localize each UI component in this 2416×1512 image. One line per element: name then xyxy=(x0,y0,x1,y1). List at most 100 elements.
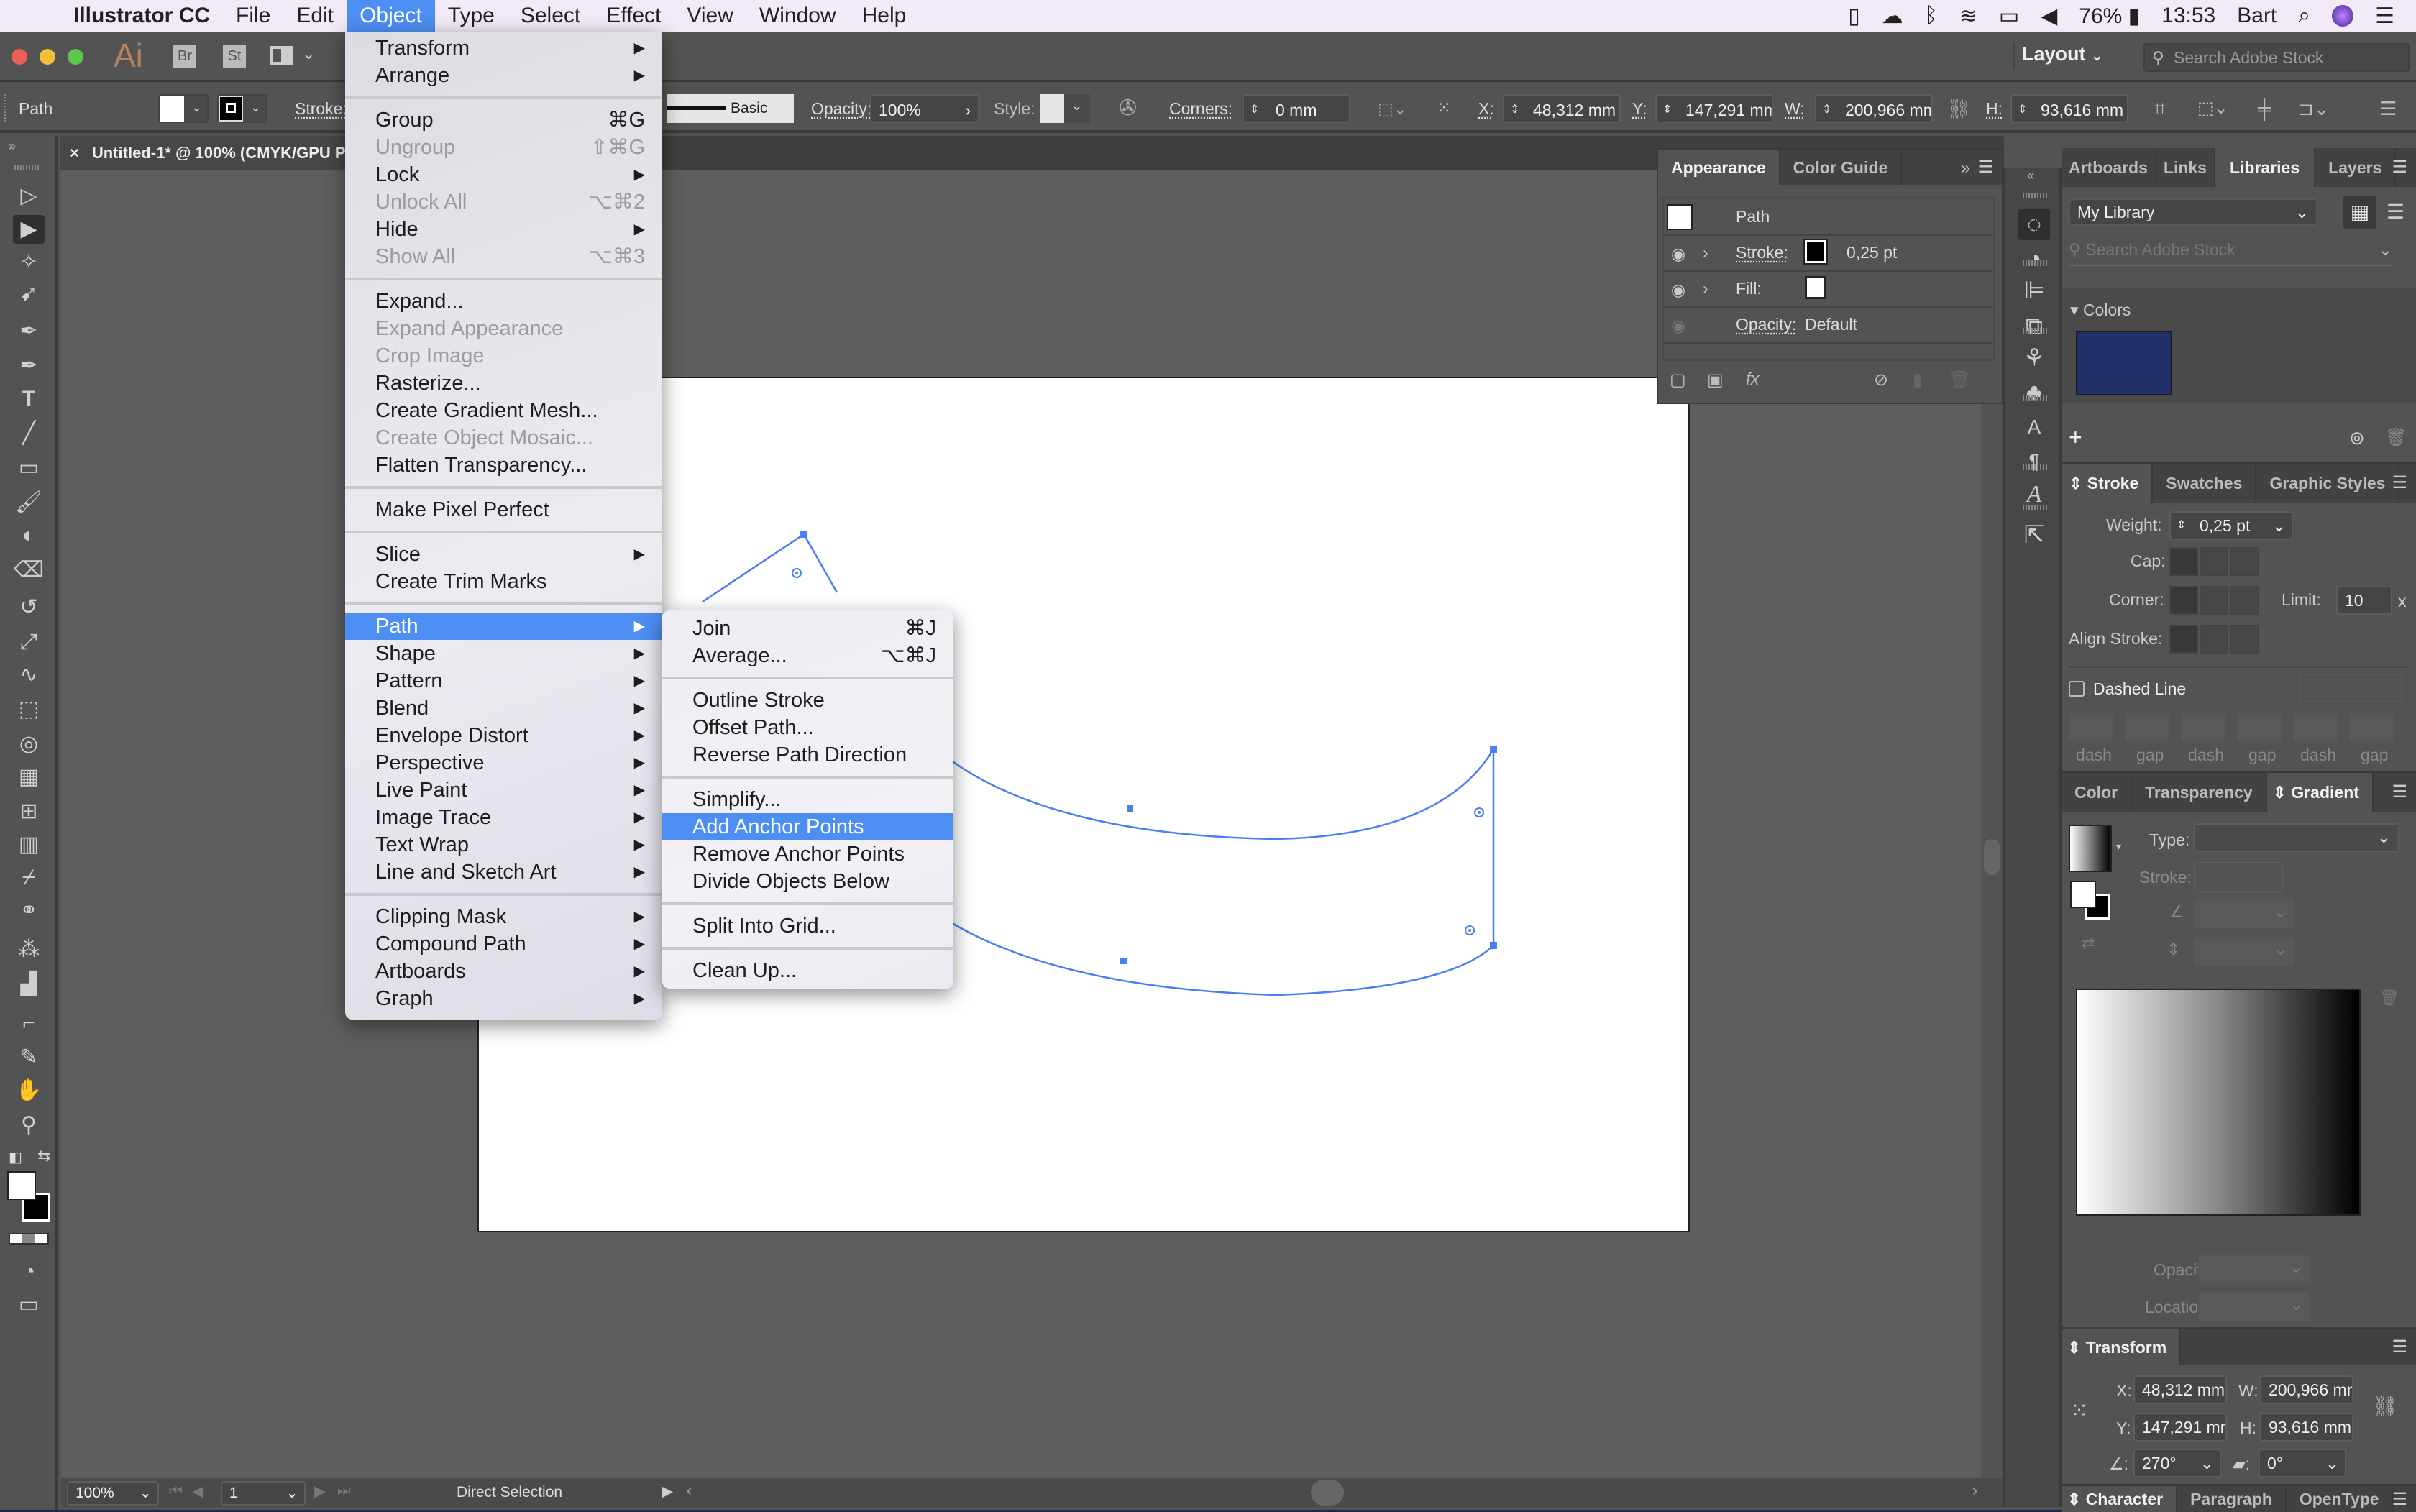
gradient-type-dropdown[interactable]: ⌄ xyxy=(2194,823,2399,852)
menu-item-group[interactable]: Group ⌘G xyxy=(345,106,662,134)
delete-stop-icon[interactable]: 🗑 xyxy=(2379,989,2399,1007)
zoom-tool-icon[interactable]: ⚲ xyxy=(13,1111,45,1140)
scroll-right-arrow[interactable]: › xyxy=(1972,1483,1977,1500)
rotate-angle-input[interactable]: 270° ⌄ xyxy=(2133,1449,2221,1477)
isolate-object-icon[interactable]: ⌗ xyxy=(2154,94,2166,123)
stroke-visibility-eye-icon[interactable]: ◉ xyxy=(1671,244,1685,264)
tab-transform[interactable]: ⇕ Transform xyxy=(2062,1329,2182,1365)
tab-color[interactable]: Color xyxy=(2062,773,2133,812)
stepper-icon[interactable]: ⇕ xyxy=(1250,96,1259,124)
volume-icon[interactable]: ◀ xyxy=(2041,4,2057,29)
tab-color-guide[interactable]: Color Guide xyxy=(1780,150,1903,185)
appearance-opacity-label[interactable]: Opacity: xyxy=(1736,315,1796,334)
gradient-preview-swatch[interactable] xyxy=(2069,825,2112,872)
gap-input-1[interactable] xyxy=(2125,713,2169,741)
character-styles-panel-icon[interactable]: A xyxy=(2018,411,2050,443)
previous-artboard-button[interactable]: ◀ xyxy=(192,1483,203,1500)
zoom-window-button[interactable] xyxy=(68,49,83,65)
chevron-down-icon[interactable]: ⌄ xyxy=(2200,1450,2214,1476)
submenu-item-remove-anchor-points[interactable]: Remove Anchor Points xyxy=(662,840,953,868)
opacity-visibility-eye-icon[interactable]: ◉ xyxy=(1671,316,1685,336)
fill-color-box[interactable] xyxy=(7,1171,36,1200)
menu-item-create-gradient-mesh[interactable]: Create Gradient Mesh... xyxy=(345,397,662,424)
menu-help[interactable]: Help xyxy=(849,0,920,32)
tab-opentype[interactable]: OpenType xyxy=(2287,1486,2394,1512)
menu-type[interactable]: Type xyxy=(435,0,508,32)
duplicate-item-icon[interactable]: ▮ xyxy=(1913,370,1922,390)
clear-appearance-icon[interactable]: ⊘ xyxy=(1874,370,1888,390)
dash-alignment-buttons[interactable] xyxy=(2299,674,2402,702)
stroke-color-dropdown[interactable]: ⌄ xyxy=(217,94,267,123)
screen-mode-icon[interactable]: ▭ xyxy=(13,1291,45,1319)
transform-w-input[interactable]: 200,966 mm xyxy=(2260,1375,2353,1404)
bevel-join-button[interactable] xyxy=(2230,586,2259,615)
stroke-weight-input[interactable]: ⇕ 0,25 pt ⌄ xyxy=(2169,511,2293,540)
chevron-down-icon[interactable]: ⌄ xyxy=(2272,513,2286,539)
menu-item-arrange[interactable]: Arrange ▶ xyxy=(345,62,662,89)
menu-item-pattern[interactable]: Pattern ▶ xyxy=(345,667,662,695)
control-bar-grip[interactable] xyxy=(4,94,6,123)
dash-input-2[interactable] xyxy=(2181,713,2225,741)
pen-tool-icon[interactable]: ✒ xyxy=(13,317,45,346)
tab-paragraph[interactable]: Paragraph xyxy=(2177,1486,2287,1512)
next-artboard-button[interactable]: ▶ xyxy=(314,1483,326,1500)
creative-cloud-sync-icon[interactable]: ⊚ xyxy=(2349,427,2365,449)
recolor-artwork-icon[interactable]: ✇ xyxy=(1119,94,1137,123)
paintbrush-tool-icon[interactable]: 🖌 xyxy=(13,488,45,517)
menu-effect[interactable]: Effect xyxy=(593,0,674,32)
reference-point-icon[interactable]: ⁙ xyxy=(1437,94,1451,123)
menu-item-shape[interactable]: Shape ▶ xyxy=(345,640,662,667)
align-to-icon[interactable]: ⬚⌄ xyxy=(1378,94,1407,123)
submenu-item-outline-stroke[interactable]: Outline Stroke xyxy=(662,687,953,714)
round-cap-button[interactable] xyxy=(2200,547,2228,576)
miter-limit-input[interactable]: 10 xyxy=(2336,586,2392,615)
symbols-panel-icon[interactable]: ♣ xyxy=(2018,377,2050,408)
menu-item-blend[interactable]: Blend ▶ xyxy=(345,695,662,722)
expand-fill-chevron[interactable]: › xyxy=(1703,279,1708,298)
x-input[interactable]: ⇕ 48,312 mm xyxy=(1503,94,1621,123)
paragraph-styles-panel-icon[interactable]: ¶ xyxy=(2018,446,2050,477)
menu-item-envelope-distort[interactable]: Envelope Distort ▶ xyxy=(345,722,662,749)
chevron-down-icon[interactable]: ⌄ xyxy=(302,45,315,63)
panel-menu-icon[interactable]: ☰ xyxy=(2392,1337,2407,1357)
menu-select[interactable]: Select xyxy=(508,0,593,32)
artboard-number-dropdown[interactable]: 1 ⌄ xyxy=(221,1481,306,1506)
color-guide-panel-icon[interactable]: ◔ xyxy=(2018,243,2050,275)
eraser-tool-icon[interactable]: ⌫ xyxy=(13,556,45,585)
transform-h-input[interactable]: 93,616 mm xyxy=(2260,1413,2353,1442)
align-icon[interactable]: ╪ xyxy=(2258,94,2271,123)
expand-dock-icon[interactable]: « xyxy=(2027,168,2034,183)
menu-item-expand[interactable]: Expand... xyxy=(345,288,662,315)
align-stroke-inside-button[interactable] xyxy=(2200,625,2228,654)
menu-item-slice[interactable]: Slice ▶ xyxy=(345,541,662,568)
horizontal-scroll-thumb[interactable] xyxy=(1311,1480,1344,1506)
tab-gradient[interactable]: ⇕ Gradient xyxy=(2266,773,2374,812)
tab-appearance[interactable]: Appearance xyxy=(1658,150,1780,185)
brushes-panel-icon[interactable]: ⚘ xyxy=(2018,342,2050,374)
appearance-fill-swatch[interactable] xyxy=(1805,276,1826,299)
shear-angle-input[interactable]: 0° ⌄ xyxy=(2259,1449,2346,1477)
menu-window[interactable]: Window xyxy=(746,0,849,32)
menu-item-perspective[interactable]: Perspective ▶ xyxy=(345,749,662,776)
gradient-slider[interactable] xyxy=(2076,989,2361,1216)
menu-file[interactable]: File xyxy=(223,0,283,32)
w-input[interactable]: ⇕ 200,966 mm xyxy=(1815,94,1933,123)
submenu-item-add-anchor-points[interactable]: Add Anchor Points xyxy=(662,813,953,840)
graphic-style-dropdown[interactable]: ⌄ xyxy=(1040,94,1090,123)
zoom-level-dropdown[interactable]: 100% ⌄ xyxy=(67,1481,159,1506)
transform-y-input[interactable]: 147,291 mm xyxy=(2133,1413,2227,1442)
line-segment-tool-icon[interactable]: ╱ xyxy=(13,419,45,448)
appearance-stroke-label[interactable]: Stroke: xyxy=(1736,243,1788,262)
colors-section-header[interactable]: ▾ Colors xyxy=(2070,301,2131,320)
tab-libraries[interactable]: Libraries xyxy=(2215,148,2316,187)
delete-item-icon[interactable]: 🗑 xyxy=(1949,370,1970,390)
panel-menu-icon[interactable]: ☰ xyxy=(2392,157,2407,178)
vertical-scroll-thumb[interactable] xyxy=(1984,839,2000,875)
submenu-item-clean-up[interactable]: Clean Up... xyxy=(662,957,953,984)
user-name[interactable]: Bart xyxy=(2237,4,2277,28)
width-tool-icon[interactable]: ∿ xyxy=(13,661,45,689)
creative-cloud-icon[interactable]: ☁ xyxy=(1882,4,1903,29)
corners-label[interactable]: Corners: xyxy=(1169,94,1232,123)
dashed-line-checkbox[interactable] xyxy=(2069,681,2085,697)
toolbar-grip[interactable] xyxy=(14,165,40,170)
